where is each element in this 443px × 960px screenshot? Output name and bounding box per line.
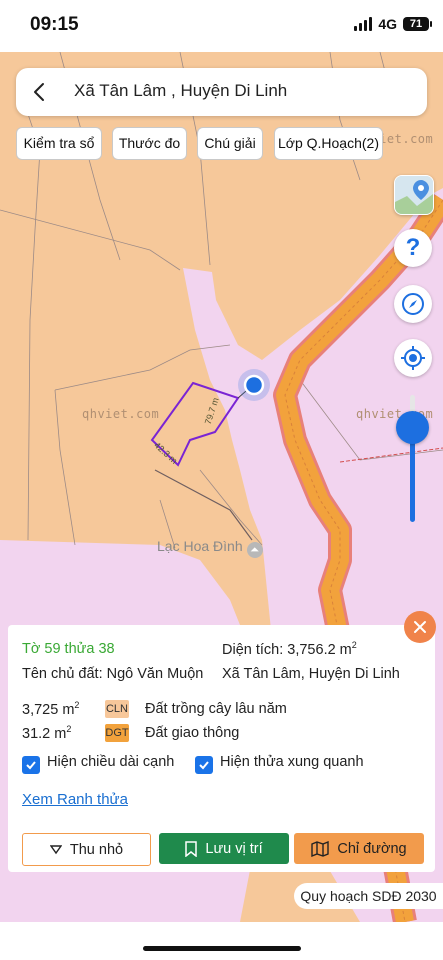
back-arrow-icon[interactable] <box>30 82 50 102</box>
opacity-slider-handle[interactable] <box>396 411 429 444</box>
map-layer-button[interactable] <box>394 175 434 215</box>
close-icon <box>414 621 426 633</box>
legend-button[interactable]: Chú giải <box>197 127 263 160</box>
bookmark-icon <box>185 840 198 857</box>
land-use-area: 31.2 m2 <box>22 724 71 742</box>
save-location-label: Lưu vị trí <box>205 840 263 857</box>
map-place-label: Lạc Hoa Đình ⏶ <box>157 538 263 558</box>
header-title: Xã Tân Lâm , Huyện Di Linh <box>74 81 288 100</box>
battery-icon: 71 <box>403 17 432 31</box>
land-use-area: 3,725 m2 <box>22 700 79 718</box>
parcel-area-value: Diện tích: 3,756.2 m <box>222 641 352 658</box>
show-neighbor-parcels-label[interactable]: Hiện thửa xung quanh <box>220 754 364 770</box>
show-edge-length-checkbox[interactable] <box>22 756 40 774</box>
area-unit-sup: 2 <box>74 700 80 710</box>
save-location-button[interactable]: Lưu vị trí <box>159 833 289 864</box>
land-use-area-value: 3,725 m <box>22 701 75 718</box>
owner-name: Tên chủ đất: Ngô Văn Muộn <box>22 666 204 682</box>
map-watermark: qhviet.com <box>82 407 160 421</box>
parcel-area: Diện tích: 3,756.2 m2 <box>222 640 357 658</box>
help-button[interactable]: ? <box>394 229 432 267</box>
location-header: Xã Tân Lâm , Huyện Di Linh <box>16 68 427 116</box>
land-use-name: Đất trồng cây lâu năm <box>145 701 287 717</box>
land-use-code-badge: DGT <box>105 724 129 742</box>
map-layer-icon <box>395 176 433 214</box>
home-indicator[interactable] <box>143 946 301 951</box>
my-location-button[interactable] <box>394 339 432 377</box>
directions-button[interactable]: Chỉ đường <box>294 833 424 864</box>
help-icon: ? <box>405 234 421 261</box>
checkmark-icon <box>26 761 36 770</box>
close-panel-button[interactable] <box>404 611 436 643</box>
compass-button[interactable] <box>394 285 432 323</box>
check-title-button[interactable]: Kiểm tra sổ <box>16 127 102 160</box>
directions-label: Chỉ đường <box>337 840 407 857</box>
show-neighbor-parcels-checkbox[interactable] <box>195 756 213 774</box>
place-name: Lạc Hoa Đình <box>157 538 243 554</box>
status-indicators: 4G 71 <box>354 16 432 32</box>
home-area <box>0 922 443 960</box>
collapse-button[interactable]: Thu nhỏ <box>22 833 151 866</box>
status-time: 09:15 <box>30 14 79 35</box>
network-type: 4G <box>378 16 397 32</box>
measure-button[interactable]: Thước đo <box>112 127 187 160</box>
parcel-title: Tờ 59 thửa 38 <box>22 641 115 657</box>
land-use-area-value: 31.2 m <box>22 725 67 742</box>
chevron-down-icon <box>49 844 62 854</box>
gps-target-icon <box>401 346 425 370</box>
status-bar: 09:15 4G 71 <box>0 0 443 52</box>
area-unit-sup: 2 <box>351 640 357 650</box>
collapse-label: Thu nhỏ <box>69 841 124 858</box>
area-unit-sup: 2 <box>66 724 72 734</box>
planning-layer-badge: Quy hoạch SDĐ 2030 <box>294 883 443 909</box>
land-use-name: Đất giao thông <box>145 725 240 741</box>
map-fold-icon <box>311 840 330 857</box>
place-pin-icon: ⏶ <box>246 542 263 558</box>
view-parcel-boundary-link[interactable]: Xem Ranh thửa <box>22 791 128 808</box>
checkmark-icon <box>199 761 209 770</box>
signal-icon <box>354 17 373 31</box>
parcel-location: Xã Tân Lâm, Huyện Di Linh <box>222 666 400 682</box>
planning-layers-button[interactable]: Lớp Q.Hoạch(2) <box>274 127 383 160</box>
compass-icon <box>402 293 424 315</box>
land-use-code-badge: CLN <box>105 700 129 718</box>
show-edge-length-label[interactable]: Hiện chiều dài cạnh <box>47 754 174 770</box>
